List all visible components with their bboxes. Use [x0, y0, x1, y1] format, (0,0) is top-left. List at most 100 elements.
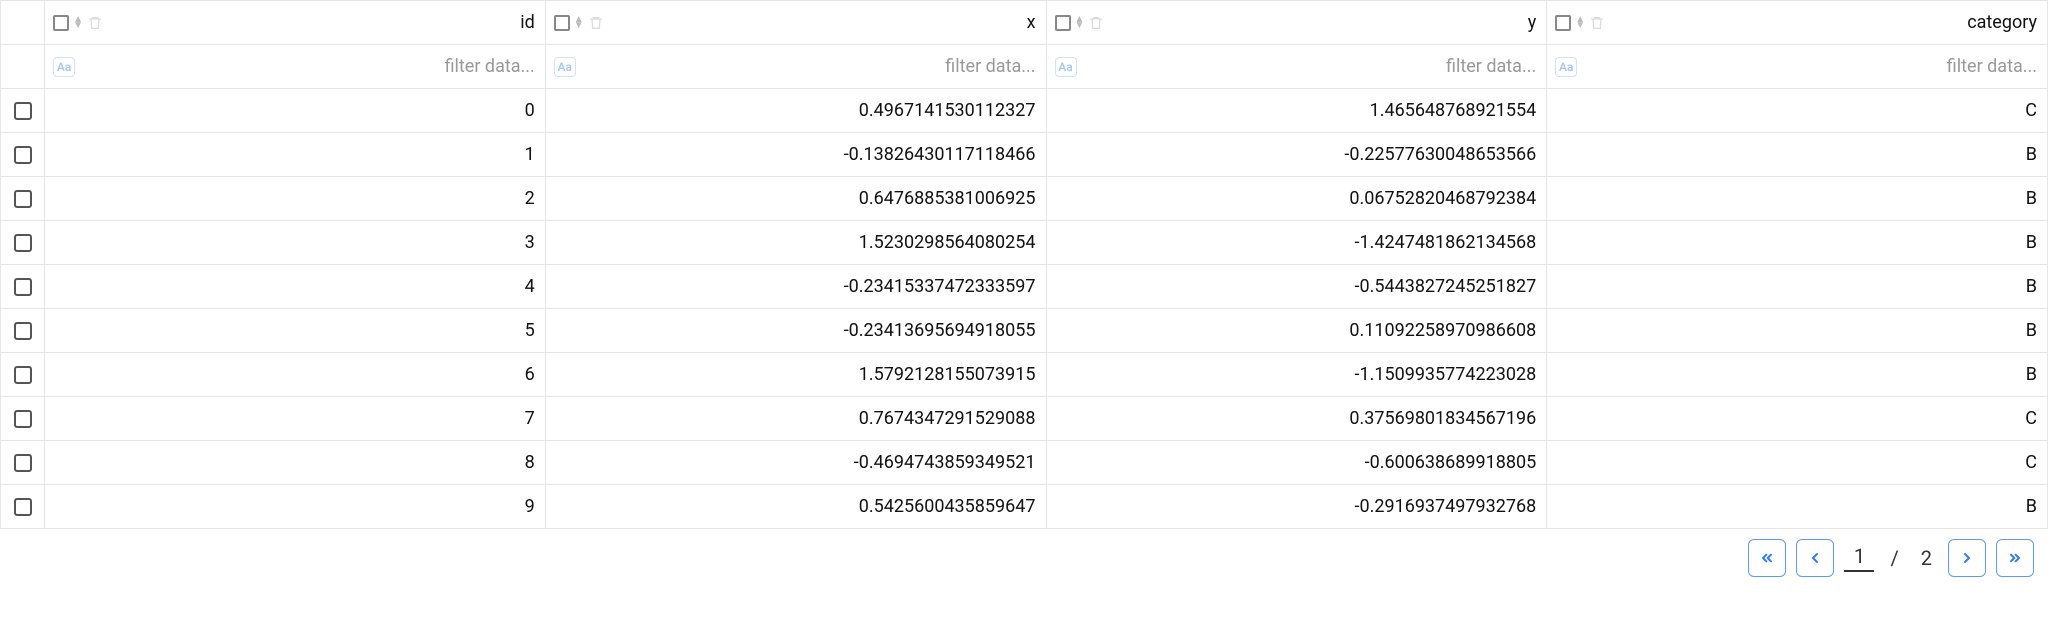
- next-page-button[interactable]: [1948, 539, 1986, 577]
- header-x[interactable]: ▲▼ x: [545, 1, 1046, 45]
- trash-icon[interactable]: [588, 15, 604, 31]
- row-checkbox-cell[interactable]: [1, 485, 45, 529]
- page-total: 2: [1915, 546, 1938, 570]
- checkbox-icon[interactable]: [14, 234, 32, 252]
- checkbox-icon[interactable]: [14, 410, 32, 428]
- page-current[interactable]: 1: [1844, 544, 1874, 572]
- cell-id: 9: [45, 485, 546, 529]
- row-checkbox-cell[interactable]: [1, 133, 45, 177]
- data-table: ▲▼ id ▲▼ x: [0, 0, 2048, 529]
- column-select-checkbox-icon[interactable]: [53, 15, 69, 31]
- filter-placeholder: filter data...: [945, 56, 1035, 77]
- table-row: 5-0.234136956949180550.11092258970986608…: [1, 309, 2048, 353]
- table-row: 61.5792128155073915-1.1509935774223028B: [1, 353, 2048, 397]
- column-select-checkbox-icon[interactable]: [554, 15, 570, 31]
- cell-y: 0.37569801834567196: [1046, 397, 1547, 441]
- cell-y: 0.06752820468792384: [1046, 177, 1547, 221]
- case-toggle-icon[interactable]: Aa: [1555, 57, 1577, 77]
- cell-y: -0.5443827245251827: [1046, 265, 1547, 309]
- cell-id: 2: [45, 177, 546, 221]
- table-row: 4-0.23415337472333597-0.5443827245251827…: [1, 265, 2048, 309]
- table-row: 20.64768853810069250.06752820468792384B: [1, 177, 2048, 221]
- cell-x: 0.4967141530112327: [545, 89, 1046, 133]
- table-row: 70.76743472915290880.37569801834567196C: [1, 397, 2048, 441]
- trash-icon[interactable]: [87, 15, 103, 31]
- cell-x: -0.23415337472333597: [545, 265, 1046, 309]
- cell-y: 0.11092258970986608: [1046, 309, 1547, 353]
- row-checkbox-cell[interactable]: [1, 89, 45, 133]
- cell-y: -0.22577630048653566: [1046, 133, 1547, 177]
- table-row: 90.5425600435859647-0.2916937497932768B: [1, 485, 2048, 529]
- chevrons-right-icon: [2007, 550, 2023, 566]
- row-checkbox-cell[interactable]: [1, 309, 45, 353]
- table-row: 31.5230298564080254-1.4247481862134568B: [1, 221, 2048, 265]
- row-checkbox-cell[interactable]: [1, 353, 45, 397]
- column-select-checkbox-icon[interactable]: [1055, 15, 1071, 31]
- header-y-label: y: [1528, 12, 1537, 33]
- checkbox-icon[interactable]: [14, 146, 32, 164]
- trash-icon[interactable]: [1589, 15, 1605, 31]
- case-toggle-icon[interactable]: Aa: [53, 57, 75, 77]
- last-page-button[interactable]: [1996, 539, 2034, 577]
- checkbox-icon[interactable]: [14, 366, 32, 384]
- header-row: ▲▼ id ▲▼ x: [1, 1, 2048, 45]
- header-category-label: category: [1967, 12, 2037, 33]
- sort-icon[interactable]: ▲▼: [574, 17, 584, 29]
- sort-icon[interactable]: ▲▼: [1075, 17, 1085, 29]
- cell-x: -0.23413695694918055: [545, 309, 1046, 353]
- case-toggle-icon[interactable]: Aa: [554, 57, 576, 77]
- table-row: 8-0.4694743859349521-0.600638689918805C: [1, 441, 2048, 485]
- cell-x: 0.5425600435859647: [545, 485, 1046, 529]
- checkbox-icon[interactable]: [14, 322, 32, 340]
- cell-category: C: [1547, 89, 2048, 133]
- column-select-checkbox-icon[interactable]: [1555, 15, 1571, 31]
- row-checkbox-cell[interactable]: [1, 441, 45, 485]
- header-id-label: id: [520, 12, 535, 33]
- cell-id: 8: [45, 441, 546, 485]
- cell-id: 6: [45, 353, 546, 397]
- cell-id: 5: [45, 309, 546, 353]
- table-body: 00.49671415301123271.465648768921554C1-0…: [1, 89, 2048, 529]
- cell-y: -1.4247481862134568: [1046, 221, 1547, 265]
- cell-category: B: [1547, 265, 2048, 309]
- header-y[interactable]: ▲▼ y: [1046, 1, 1547, 45]
- checkbox-icon[interactable]: [14, 454, 32, 472]
- checkbox-icon[interactable]: [14, 102, 32, 120]
- checkbox-icon[interactable]: [14, 190, 32, 208]
- sort-icon[interactable]: ▲▼: [73, 17, 83, 29]
- filter-blank-cell: [1, 45, 45, 89]
- filter-placeholder: filter data...: [1947, 56, 2037, 77]
- cell-id: 0: [45, 89, 546, 133]
- filter-row: Aa filter data... Aa filter data... Aa f…: [1, 45, 2048, 89]
- filter-id[interactable]: Aa filter data...: [45, 45, 546, 89]
- filter-x[interactable]: Aa filter data...: [545, 45, 1046, 89]
- header-category[interactable]: ▲▼ category: [1547, 1, 2048, 45]
- trash-icon[interactable]: [1088, 15, 1104, 31]
- sort-icon[interactable]: ▲▼: [1575, 17, 1585, 29]
- cell-x: 1.5230298564080254: [545, 221, 1046, 265]
- cell-category: B: [1547, 221, 2048, 265]
- row-checkbox-cell[interactable]: [1, 265, 45, 309]
- checkbox-icon[interactable]: [14, 278, 32, 296]
- cell-x: 0.6476885381006925: [545, 177, 1046, 221]
- cell-category: B: [1547, 177, 2048, 221]
- filter-category[interactable]: Aa filter data...: [1547, 45, 2048, 89]
- cell-x: -0.4694743859349521: [545, 441, 1046, 485]
- table-row: 00.49671415301123271.465648768921554C: [1, 89, 2048, 133]
- cell-category: C: [1547, 397, 2048, 441]
- table-row: 1-0.13826430117118466-0.2257763004865356…: [1, 133, 2048, 177]
- checkbox-icon[interactable]: [14, 498, 32, 516]
- cell-y: -0.2916937497932768: [1046, 485, 1547, 529]
- case-toggle-icon[interactable]: Aa: [1055, 57, 1077, 77]
- header-x-label: x: [1027, 12, 1036, 33]
- header-id[interactable]: ▲▼ id: [45, 1, 546, 45]
- prev-page-button[interactable]: [1796, 539, 1834, 577]
- row-checkbox-cell[interactable]: [1, 221, 45, 265]
- filter-y[interactable]: Aa filter data...: [1046, 45, 1547, 89]
- first-page-button[interactable]: [1748, 539, 1786, 577]
- cell-category: B: [1547, 353, 2048, 397]
- cell-category: B: [1547, 485, 2048, 529]
- header-select-all-cell: [1, 1, 45, 45]
- row-checkbox-cell[interactable]: [1, 397, 45, 441]
- row-checkbox-cell[interactable]: [1, 177, 45, 221]
